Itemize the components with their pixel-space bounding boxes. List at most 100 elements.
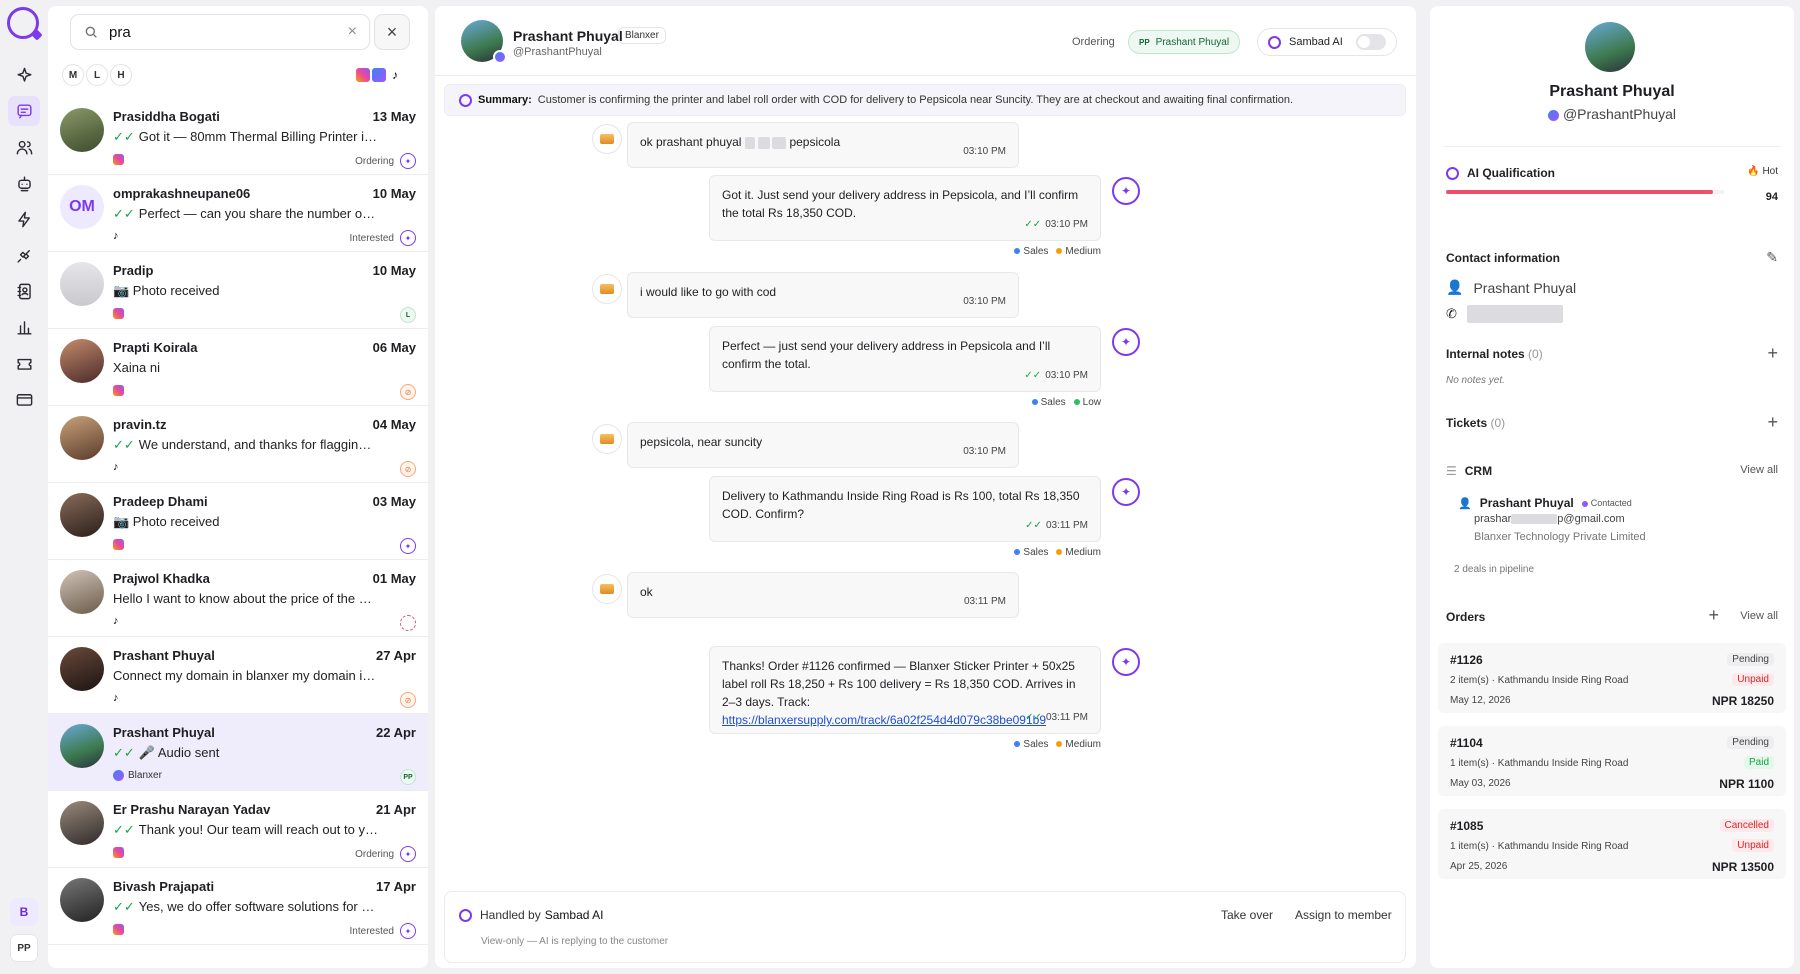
contacts-book-icon[interactable] xyxy=(8,276,40,306)
search-input[interactable] xyxy=(109,23,329,41)
app-logo[interactable] xyxy=(7,7,39,39)
order-items: 1 item(s) · Kathmandu Inside Ring Road xyxy=(1450,841,1629,852)
contact-name: omprakashneupane06 xyxy=(113,186,251,201)
conversation-item[interactable]: OM omprakashneupane06 10 May ✓✓ Perfect —… xyxy=(48,175,428,252)
instagram-icon xyxy=(113,847,124,858)
user-avatar[interactable]: PP xyxy=(10,934,38,962)
take-over-button[interactable]: Take over xyxy=(1221,908,1273,922)
workspace-badge[interactable]: B xyxy=(10,898,38,926)
contact-name: Prapti Koirala xyxy=(113,340,198,355)
last-message-date: 06 May xyxy=(372,340,416,355)
chat-header: Prashant Phuyal Blanxer @PrashantPhuyal … xyxy=(435,6,1416,76)
chat-icon[interactable] xyxy=(8,96,40,126)
last-message-date: 10 May xyxy=(372,263,416,278)
intent-tag: Sales xyxy=(1031,397,1066,408)
profile-panel: Prashant Phuyal @PrashantPhuyal AI Quali… xyxy=(1430,6,1794,968)
bot-icon[interactable] xyxy=(8,168,40,198)
intent-tag: Medium xyxy=(1056,739,1101,750)
crm-deals[interactable]: 2 deals in pipeline xyxy=(1454,564,1534,575)
assignee-pill[interactable]: PP Prashant Phuyal xyxy=(1128,30,1241,54)
conversation-item[interactable]: Bivash Prajapati 17 Apr ✓✓ Yes, we do off… xyxy=(48,868,428,945)
contact-avatar xyxy=(60,724,104,768)
assignee-badge: PP xyxy=(400,769,416,785)
bolt-icon[interactable] xyxy=(8,204,40,234)
nav-rail: B PP xyxy=(0,0,48,974)
internal-notes-title: Internal notes (0) xyxy=(1446,347,1543,361)
tiktok-icon: ♪ xyxy=(113,230,119,242)
filter-chip-h[interactable]: H xyxy=(110,64,132,86)
platform-filters[interactable]: ♪ xyxy=(354,66,404,84)
crm-contact-row[interactable]: 👤 Prashant Phuyal Contacted xyxy=(1458,496,1632,510)
order-card[interactable]: #1104 1 item(s) · Kathmandu Inside Ring … xyxy=(1438,726,1786,796)
add-ticket-button[interactable]: + xyxy=(1767,412,1778,433)
platform-indicator: ♪ xyxy=(113,462,124,473)
chat-panel: Prashant Phuyal Blanxer @PrashantPhuyal … xyxy=(435,6,1416,968)
flame-icon: 🔥 xyxy=(1747,166,1760,177)
edit-icon[interactable]: ✎ xyxy=(1766,249,1778,266)
conversation-item[interactable]: Pradeep Dhami 03 May 📷 Photo received ✦ xyxy=(48,483,428,560)
conversation-item[interactable]: Er Prashu Narayan Yadav 21 Apr ✓✓ Thank y… xyxy=(48,791,428,868)
stage-label[interactable]: Ordering xyxy=(1072,36,1115,48)
assign-member-button[interactable]: Assign to member xyxy=(1295,908,1392,922)
order-id: #1104 xyxy=(1450,736,1483,750)
platform-indicator: ♪ xyxy=(113,616,124,627)
customer-avatar xyxy=(592,424,622,454)
conversation-item[interactable]: pravin.tz 04 May ✓✓ We understand, and th… xyxy=(48,406,428,483)
conversation-item[interactable]: Prashant Phuyal 27 Apr Connect my domain… xyxy=(48,637,428,714)
sambad-ai-avatar: ✦ xyxy=(1112,177,1140,205)
platform-indicator: ♪ xyxy=(113,231,124,242)
view-only-note: View-only — AI is replying to the custom… xyxy=(481,936,669,947)
message-time: 03:10 PM xyxy=(963,296,1006,307)
tracking-link[interactable]: https://blanxersupply.com/track/6a02f254… xyxy=(722,713,1046,727)
analytics-icon[interactable] xyxy=(8,312,40,342)
intent-tag: Medium xyxy=(1056,547,1101,558)
crm-view-all[interactable]: View all xyxy=(1740,464,1778,476)
conversation-item[interactable]: Prajwol Khadka 01 May Hello I want to kn… xyxy=(48,560,428,637)
read-check-icon: ✓✓ xyxy=(113,822,135,837)
conversation-item[interactable]: Pradip 10 May 📷 Photo received L xyxy=(48,252,428,329)
message-time: ✓✓ 03:10 PM xyxy=(1024,219,1088,230)
message-time: ✓✓ 03:11 PM xyxy=(1025,520,1088,531)
order-card[interactable]: #1085 1 item(s) · Kathmandu Inside Ring … xyxy=(1438,809,1786,879)
sambad-ai-icon xyxy=(459,908,472,922)
ai-toggle-pill[interactable]: Sambad AI xyxy=(1257,28,1397,56)
contact-name: Prasiddha Bogati xyxy=(113,109,220,124)
orders-view-all[interactable]: View all xyxy=(1740,610,1778,622)
contact-avatar: OM xyxy=(60,185,104,229)
person-icon: 👤 xyxy=(1458,497,1472,510)
contact-avatar xyxy=(60,108,104,152)
add-note-button[interactable]: + xyxy=(1767,343,1778,364)
stage-tag: Interested xyxy=(349,926,394,937)
filter-chip-l[interactable]: L xyxy=(86,64,108,86)
conversation-item[interactable]: Prashant Phuyal 22 Apr ✓✓ 🎤 Audio sent Bl… xyxy=(48,714,428,791)
clear-search-icon[interactable]: × xyxy=(348,23,357,41)
ai-toggle-switch[interactable] xyxy=(1356,34,1386,50)
order-card[interactable]: #1126 2 item(s) · Kathmandu Inside Ring … xyxy=(1438,643,1786,713)
platform-indicator xyxy=(113,154,124,165)
ai-message: Delivery to Kathmandu Inside Ring Road i… xyxy=(709,476,1101,542)
contact-avatar xyxy=(60,493,104,537)
order-amount: NPR 13500 xyxy=(1711,860,1774,874)
last-message-date: 04 May xyxy=(372,417,416,432)
message-time: ✓✓ 03:11 PM xyxy=(1025,712,1088,723)
close-search-button[interactable]: × xyxy=(374,14,410,50)
conversation-item[interactable]: Prapti Koirala 06 May Xaina ni ⊘ xyxy=(48,329,428,406)
order-items: 2 item(s) · Kathmandu Inside Ring Road xyxy=(1450,675,1629,686)
billing-icon[interactable] xyxy=(8,384,40,414)
contact-name: Er Prashu Narayan Yadav xyxy=(113,802,271,817)
last-message-preview: ✓✓ We understand, and thanks for flagging… xyxy=(113,437,378,452)
add-order-button[interactable]: + xyxy=(1708,605,1719,626)
conversation-item[interactable]: Prasiddha Bogati 13 May ✓✓ Got it — 80mm … xyxy=(48,98,428,175)
ai-sparkle-icon[interactable] xyxy=(8,60,40,90)
read-check-icon: ✓✓ xyxy=(113,206,135,221)
message-text: pepsicola, near suncity xyxy=(640,435,763,449)
filter-chip-m[interactable]: M xyxy=(62,64,84,86)
message-tags: Sales Medium xyxy=(1014,739,1101,750)
tiktok-icon[interactable]: ♪ xyxy=(386,66,404,84)
ticket-icon[interactable] xyxy=(8,348,40,378)
message-tags: Sales Medium xyxy=(1014,547,1101,558)
message-text: ok prashant phuyal pepsicola xyxy=(640,135,841,149)
integrations-icon[interactable] xyxy=(8,240,40,270)
tickets-title: Tickets (0) xyxy=(1446,416,1506,430)
users-icon[interactable] xyxy=(8,132,40,162)
